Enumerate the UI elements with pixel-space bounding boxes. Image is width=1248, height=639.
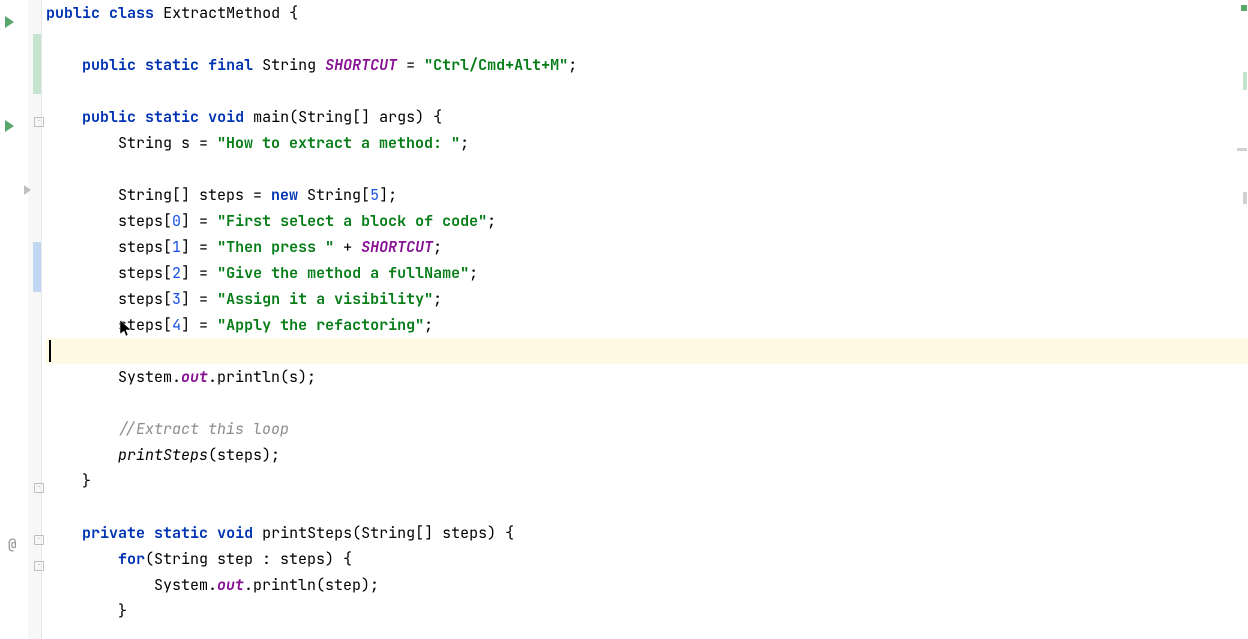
keyword: static: [145, 107, 199, 127]
keyword: static: [145, 55, 199, 75]
keyword: private: [82, 523, 145, 543]
string: "Assign it a visibility": [217, 289, 433, 309]
code-line: printSteps(steps);: [46, 442, 1248, 468]
number: 1: [172, 237, 181, 257]
code-line: }: [46, 598, 1248, 624]
text-caret: [49, 340, 51, 362]
editor-gutter: - - @ - -: [0, 0, 42, 639]
string: "Then press ": [217, 237, 334, 257]
brace: {: [280, 3, 298, 23]
number: 3: [172, 289, 181, 309]
fold-expand-icon[interactable]: [24, 185, 31, 195]
code-line: //Extract this loop: [46, 416, 1248, 442]
code-line: steps[1] = "Then press " + SHORTCUT;: [46, 234, 1248, 260]
class-name: ExtractMethod: [163, 3, 280, 23]
field: SHORTCUT: [325, 55, 397, 75]
code-line: [46, 78, 1248, 104]
keyword: public: [82, 107, 136, 127]
code-editor[interactable]: - - @ - - public class ExtractMethod { p…: [0, 0, 1248, 639]
method: printSteps: [262, 523, 352, 543]
method: main: [253, 107, 289, 127]
keyword: for: [118, 549, 145, 569]
keyword: void: [217, 523, 253, 543]
keyword: final: [208, 55, 253, 75]
code-line: steps[3] = "Assign it a visibility";: [46, 286, 1248, 312]
keyword: public: [82, 55, 136, 75]
string: "How to extract a method: ": [217, 133, 460, 153]
string: "Apply the refactoring": [217, 315, 424, 335]
string: "First select a block of code": [217, 211, 487, 231]
change-marker-blue[interactable]: [33, 242, 41, 292]
editor-scrollbar[interactable]: [1234, 0, 1248, 639]
code-line: [46, 494, 1248, 520]
keyword: static: [154, 523, 208, 543]
number: 4: [172, 315, 181, 335]
field: SHORTCUT: [361, 237, 433, 257]
code-line: public static final String SHORTCUT = "C…: [46, 52, 1248, 78]
scrollbar-marker-green[interactable]: [1243, 72, 1247, 90]
code-line: private static void printSteps(String[] …: [46, 520, 1248, 546]
code-line: String s = "How to extract a method: ";: [46, 130, 1248, 156]
diff-at-icon[interactable]: @: [8, 536, 16, 554]
number: 0: [172, 211, 181, 231]
code-line: steps[4] = "Apply the refactoring";: [46, 312, 1248, 338]
code-line: }: [46, 468, 1248, 494]
run-class-icon[interactable]: [5, 16, 14, 28]
code-line: for(String step : steps) {: [46, 546, 1248, 572]
keyword: new: [271, 185, 298, 205]
comment: //Extract this loop: [118, 419, 289, 439]
code-line: [46, 26, 1248, 52]
keyword: public: [46, 3, 100, 23]
code-line: public static void main(String[] args) {: [46, 104, 1248, 130]
field: out: [217, 575, 244, 595]
code-line: System.out.println(step);: [46, 572, 1248, 598]
run-main-icon[interactable]: [5, 120, 14, 132]
number: 5: [370, 185, 379, 205]
change-marker-green[interactable]: [33, 34, 41, 94]
code-text-area[interactable]: public class ExtractMethod { public stat…: [42, 0, 1248, 639]
type: String: [118, 133, 172, 153]
scrollbar-marker[interactable]: [1237, 148, 1247, 151]
type: String: [262, 55, 316, 75]
code-line: public class ExtractMethod {: [46, 0, 1248, 26]
function-call: printSteps: [118, 445, 208, 465]
code-line: steps[0] = "First select a block of code…: [46, 208, 1248, 234]
code-line: System.out.println(s);: [46, 364, 1248, 390]
keyword: void: [208, 107, 244, 127]
scrollbar-status-icon[interactable]: [1241, 5, 1247, 11]
scrollbar-marker[interactable]: [1243, 192, 1247, 204]
keyword: class: [109, 3, 154, 23]
code-line: [46, 390, 1248, 416]
string: "Ctrl/Cmd+Alt+M": [424, 55, 568, 75]
code-line: steps[2] = "Give the method a fullName";: [46, 260, 1248, 286]
code-line: String[] steps = new String[5];: [46, 182, 1248, 208]
number: 2: [172, 263, 181, 283]
string: "Give the method a fullName": [217, 263, 469, 283]
field: out: [181, 367, 208, 387]
code-line-current: [46, 338, 1248, 364]
code-line: [46, 156, 1248, 182]
